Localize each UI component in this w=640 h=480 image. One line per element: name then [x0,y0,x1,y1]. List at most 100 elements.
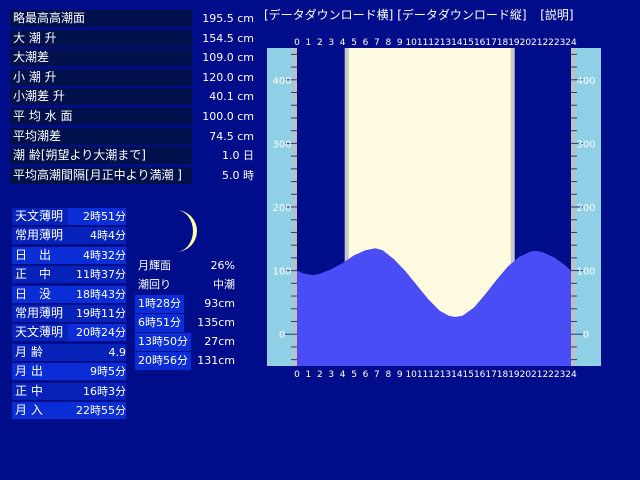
x-tick-label-top: 14 [451,38,463,48]
x-tick-label-bottom: 10 [405,370,417,380]
x-tick-label-bottom: 23 [554,370,565,380]
x-tick-label-bottom: 11 [417,370,428,380]
x-tick-label-top: 19 [508,38,520,48]
x-tick-label-bottom: 0 [294,370,300,380]
y-tick-label-right: 100 [576,267,595,278]
tide-time: 6時51分 [135,314,184,332]
stat-label: 小潮差 升 [10,88,192,106]
x-tick-label-bottom: 22 [542,370,553,380]
x-tick-label-top: 16 [474,38,486,48]
tide-height: 131cm [197,354,235,367]
stat-label: 平 均 水 面 [10,108,192,125]
x-tick-label-top: 11 [417,38,428,48]
x-tick-label-top: 20 [520,38,532,48]
tide-height: 135cm [197,316,235,329]
download-horizontal-link[interactable]: [データダウンロード横] [264,8,393,22]
y-tick-label-left: 300 [272,139,291,150]
x-tick-label-bottom: 8 [385,370,391,380]
stat-label: 略最高高潮面 [10,10,192,27]
x-tick-label-bottom: 15 [463,370,474,380]
sun-moon-row: 日 没 18時43分 [12,285,126,303]
y-tick-label-right: 300 [576,139,595,150]
sun-moon-row: 天文薄明 2時51分 [12,208,126,225]
tide-time: 20時56分 [135,352,191,370]
x-tick-label-top: 5 [351,38,357,48]
help-link[interactable]: [説明] [540,8,573,22]
y-tick-label-right: 400 [576,76,595,87]
y-tick-label-right: 200 [576,203,595,214]
x-tick-label-bottom: 13 [440,370,451,380]
sun-moon-value: 4時32分 [83,248,126,262]
tide-time: 1時28分 [135,295,184,313]
sun-moon-value: 11時37分 [76,268,126,282]
x-tick-label-top: 24 [565,38,577,48]
x-tick-label-top: 10 [405,38,417,48]
x-tick-label-top: 13 [440,38,451,48]
x-tick-label-bottom: 5 [351,370,357,380]
sun-moon-label: 常用薄明 [12,305,68,322]
sun-moon-row: 日 出 4時32分 [12,246,126,264]
tide-type-value: 中潮 [213,278,235,291]
sun-moon-row: 天文薄明 20時24分 [12,324,126,342]
tide-time-row: 6時51分 135cm [135,314,239,332]
sun-moon-value: 2時51分 [83,210,126,223]
x-tick-label-top: 15 [463,38,474,48]
sun-moon-label: 日 出 [15,247,52,262]
sun-moon-label: 天文薄明 [12,324,68,342]
x-tick-label-top: 8 [385,38,391,48]
sun-moon-row: 正 中 16時3分 [12,382,126,400]
x-tick-label-bottom: 2 [317,370,323,380]
tide-height: 27cm [204,335,235,348]
x-tick-label-bottom: 19 [508,370,520,380]
x-tick-label-bottom: 21 [531,370,542,380]
x-tick-label-top: 2 [317,38,323,48]
sun-moon-value: 9時5分 [90,365,126,379]
tide-chart: 0 0 100 100 200 200 300 300 400 400 0 0 1 1 2 2 3 3 4 4 5 5 6 6… [264,34,604,382]
x-tick-label-top: 7 [374,38,380,48]
stat-value: 100.0 cm [202,110,254,123]
stat-label: 小 潮 升 [10,68,192,86]
stat-value: 154.5 cm [202,31,254,45]
y-tick-label-right: 0 [583,330,589,341]
download-links: [データダウンロード横] [データダウンロード縦] [説明] [264,6,574,23]
x-tick-label-top: 12 [428,38,439,48]
stat-label: 潮 齢[朔望より大潮まで] [10,147,192,165]
tide-type-row: 潮回り 中潮 [135,276,239,294]
y-tick-label-left: 200 [272,203,291,214]
x-tick-label-bottom: 3 [328,370,334,380]
y-tick-label-left: 100 [272,267,291,278]
sun-moon-label: 日 没 [15,286,52,301]
x-tick-label-bottom: 4 [340,370,346,380]
stat-label: 大 潮 升 [10,29,192,47]
tide-time-row: 13時50分 27cm [135,333,239,351]
x-tick-label-bottom: 17 [485,370,496,380]
x-tick-label-bottom: 14 [451,370,463,380]
sun-moon-value: 20時24分 [76,326,126,340]
moon-illumination-row: 月輝面 26% [135,257,239,275]
sun-moon-value: 22時55分 [76,404,126,417]
x-tick-label-top: 21 [531,38,542,48]
x-tick-label-top: 6 [363,38,369,48]
sun-moon-label: 天文薄明 [12,208,68,225]
download-vertical-link[interactable]: [データダウンロード縦] [397,8,526,22]
tide-time-row: 1時28分 93cm [135,295,239,313]
sun-moon-row: 月 出 9時5分 [12,363,126,381]
sun-moon-row: 月 齢 4.9 [12,343,126,361]
x-tick-label-bottom: 6 [363,370,369,380]
stat-label: 平均高潮間隔[月正中より満潮 ] [10,166,192,184]
tide-type-label: 潮回り [138,278,171,291]
x-tick-label-bottom: 16 [474,370,486,380]
x-tick-label-bottom: 1 [306,370,312,380]
tide-time-row: 20時56分 131cm [135,352,239,370]
x-tick-label-bottom: 7 [374,370,380,380]
stat-label: 大潮差 [10,49,192,67]
tide-chart-svg: 0 0100 100200 200300 300400 40000112233445566… [264,34,604,382]
sun-moon-label: 月 出 [15,364,43,379]
stat-value: 120.0 cm [202,70,254,84]
x-tick-label-top: 22 [542,38,553,48]
sun-moon-value: 18時43分 [76,287,126,301]
stat-value: 5.0 時 [222,168,254,182]
sun-moon-value: 16時3分 [83,384,126,398]
stat-value: 40.1 cm [209,90,254,104]
stat-value: 74.5 cm [209,129,254,143]
